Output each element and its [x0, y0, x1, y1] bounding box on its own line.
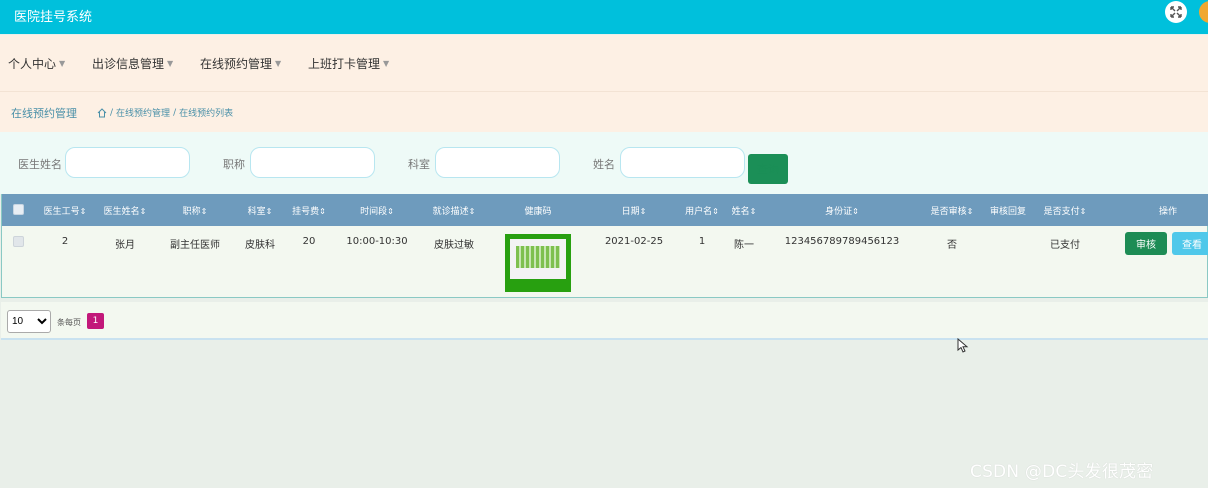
sort-icon[interactable]: ⇕ — [640, 207, 647, 216]
sort-icon[interactable]: ⇕ — [750, 207, 757, 216]
cell-doctor-name: 张月 — [115, 240, 135, 251]
cell-date: 2021-02-25 — [604, 236, 664, 247]
cell-description: 皮肤过敏 — [434, 240, 474, 251]
app-title: 医院挂号系统 — [14, 10, 93, 25]
sort-icon[interactable]: ⇕ — [1080, 207, 1087, 216]
caret-down-icon: ▼ — [167, 59, 174, 68]
pagination: 10 条每页 1 — [1, 302, 1208, 340]
select-all-checkbox[interactable] — [13, 204, 24, 215]
th-paid[interactable]: 是否支付⇕ — [1044, 204, 1087, 217]
breadcrumb: / 在线预约管理 / 在线预约列表 — [97, 106, 233, 119]
health-code-image[interactable] — [505, 234, 571, 292]
th-username[interactable]: 用户名⇕ — [685, 204, 719, 217]
department-input[interactable] — [435, 147, 560, 178]
qr-code-icon — [516, 246, 560, 268]
doctor-name-input[interactable] — [65, 147, 190, 178]
sort-icon[interactable]: ⇕ — [319, 207, 326, 216]
caret-down-icon: ▼ — [383, 59, 390, 68]
top-bar: 医院挂号系统 — [0, 0, 1208, 34]
breadcrumb-bar: 在线预约管理 / 在线预约管理 / 在线预约列表 — [0, 92, 1208, 132]
breadcrumb-item[interactable]: 在线预约管理 — [116, 106, 170, 119]
breadcrumb-item: 在线预约列表 — [179, 109, 234, 119]
appointments-table: 医生工号⇕ 医生姓名⇕ 职称⇕ 科室⇕ 挂号费⇕ 时间段⇕ 就诊描述⇕ 健康码 日期⇕ 用户名⇕ 姓… — [1, 194, 1208, 298]
name-label: 姓名 — [593, 158, 615, 171]
sort-icon[interactable]: ⇕ — [140, 207, 147, 216]
row-checkbox[interactable] — [13, 236, 24, 247]
title-label: 职称 — [223, 158, 245, 171]
sort-icon[interactable]: ⇕ — [967, 207, 974, 216]
page-title: 在线预约管理 — [11, 107, 77, 120]
breadcrumb-separator: / — [110, 107, 114, 118]
th-health-code: 健康码 — [524, 207, 552, 217]
th-time-slot[interactable]: 时间段⇕ — [360, 204, 394, 217]
cell-name: 陈一 — [734, 240, 754, 251]
sort-icon[interactable]: ⇕ — [712, 207, 719, 216]
nav-label: 在线预约管理 — [200, 57, 273, 71]
caret-down-icon: ▼ — [275, 59, 282, 68]
watermark: CSDN @DC头发很茂密 — [970, 462, 1154, 482]
audit-button[interactable]: 审核 — [1125, 232, 1167, 255]
nav-item-online-booking[interactable]: 在线预约管理 ▼ — [200, 55, 281, 72]
caret-down-icon: ▼ — [59, 59, 66, 68]
cell-reviewed: 否 — [947, 240, 957, 251]
table-header: 医生工号⇕ 医生姓名⇕ 职称⇕ 科室⇕ 挂号费⇕ 时间段⇕ 就诊描述⇕ 健康码 日期⇕ 用户名⇕ 姓… — [2, 194, 1208, 226]
th-title[interactable]: 职称⇕ — [183, 204, 208, 217]
department-label: 科室 — [408, 158, 430, 171]
cell-department: 皮肤科 — [245, 240, 275, 251]
sort-icon[interactable]: ⇕ — [266, 207, 273, 216]
cell-title: 副主任医师 — [170, 240, 220, 251]
home-icon[interactable] — [97, 107, 107, 118]
nav-label: 个人中心 — [8, 57, 57, 71]
avatar[interactable] — [1199, 1, 1208, 23]
search-button[interactable]: 查询 — [748, 154, 788, 184]
th-description[interactable]: 就诊描述⇕ — [433, 204, 476, 217]
th-reviewed[interactable]: 是否审核⇕ — [931, 204, 974, 217]
th-fee[interactable]: 挂号费⇕ — [292, 204, 326, 217]
doctor-name-label: 医生姓名 — [18, 158, 62, 171]
th-id-card[interactable]: 身份证⇕ — [825, 204, 859, 217]
breadcrumb-separator: / — [173, 107, 177, 118]
main-nav: 个人中心 ▼ 出诊信息管理 ▼ 在线预约管理 ▼ 上班打卡管理 ▼ — [0, 35, 1208, 92]
th-actions: 操作 — [1158, 207, 1178, 217]
th-name[interactable]: 姓名⇕ — [732, 204, 757, 217]
nav-item-clock-in[interactable]: 上班打卡管理 ▼ — [308, 55, 389, 72]
cell-fee: 20 — [302, 236, 316, 247]
view-button[interactable]: 查看 — [1172, 232, 1208, 255]
th-doctor-id[interactable]: 医生工号⇕ — [44, 204, 87, 217]
sort-icon[interactable]: ⇕ — [852, 207, 859, 216]
th-doctor-name[interactable]: 医生姓名⇕ — [104, 204, 147, 217]
nav-label: 出诊信息管理 — [92, 57, 165, 71]
th-date[interactable]: 日期⇕ — [622, 204, 647, 217]
nav-item-visit-info[interactable]: 出诊信息管理 ▼ — [92, 55, 173, 72]
search-form: 医生姓名 职称 科室 姓名 查询 — [0, 132, 1208, 194]
title-input[interactable] — [250, 147, 375, 178]
page-size-select[interactable]: 10 — [7, 310, 51, 333]
cell-id-card: 123456789789456123 — [784, 236, 900, 247]
fullscreen-icon[interactable] — [1165, 1, 1187, 23]
sort-icon[interactable]: ⇕ — [80, 207, 87, 216]
cell-doctor-id: 2 — [61, 236, 69, 247]
sort-icon[interactable]: ⇕ — [469, 207, 476, 216]
name-input[interactable] — [620, 147, 745, 178]
cell-paid: 已支付 — [1050, 240, 1080, 251]
th-review-reply: 审核回复 — [989, 207, 1027, 217]
page-size-label: 条每页 — [57, 318, 81, 327]
cell-username: 1 — [698, 236, 706, 247]
nav-label: 上班打卡管理 — [308, 57, 381, 71]
nav-item-personal-center[interactable]: 个人中心 ▼ — [8, 55, 65, 72]
sort-icon[interactable]: ⇕ — [201, 207, 208, 216]
sort-icon[interactable]: ⇕ — [387, 207, 394, 216]
mouse-cursor-icon — [957, 338, 969, 353]
cell-time-slot: 10:00-10:30 — [346, 236, 408, 247]
page-number-current[interactable]: 1 — [87, 313, 104, 329]
th-department[interactable]: 科室⇕ — [248, 204, 273, 217]
expand-icon — [1170, 6, 1182, 18]
